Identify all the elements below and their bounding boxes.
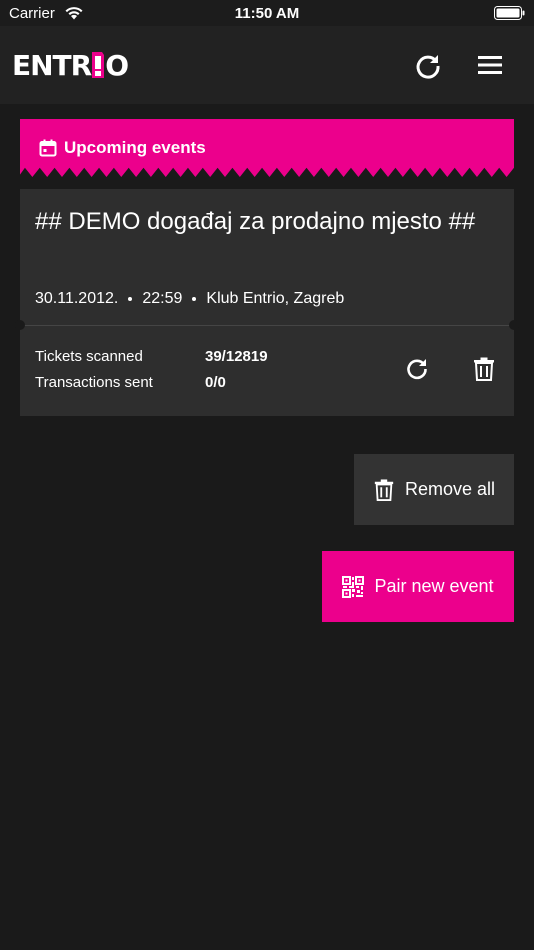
logo-text-left: ENTR [12, 48, 92, 82]
ticket-notch-right [509, 320, 519, 330]
card-divider [20, 325, 514, 326]
status-time: 11:50 AM [234, 5, 300, 22]
hamburger-menu-icon[interactable] [476, 53, 504, 77]
event-meta: 30.11.2012. 22:59 Klub Entrio, Zagreb [35, 290, 344, 308]
logo-text-right: O [105, 48, 129, 82]
event-time: 22:59 [142, 290, 183, 307]
separator-dot [192, 297, 197, 301]
transactions-sent-value: 0/0 [205, 374, 226, 391]
event-card[interactable]: ## DEMO događaj za prodajno mjesto ## 30… [15, 189, 519, 416]
event-venue: Klub Entrio, Zagreb [206, 290, 345, 307]
logo-ticket-mark-icon [92, 52, 105, 78]
entrio-logo: ENTR O [12, 48, 129, 82]
section-title: Upcoming events [64, 138, 206, 157]
ticket-notch-left [15, 320, 25, 330]
refresh-icon[interactable] [414, 52, 442, 80]
event-title: ## DEMO događaj za prodajno mjesto ## [35, 208, 476, 235]
tickets-scanned-value: 39/12819 [205, 348, 268, 365]
trash-icon[interactable] [473, 357, 495, 381]
remove-all-button[interactable]: Remove all [354, 454, 514, 525]
separator-dot [128, 297, 133, 301]
pair-new-event-button[interactable]: Pair new event [322, 551, 514, 622]
event-date: 30.11.2012. [35, 290, 119, 307]
tickets-scanned-label: Tickets scanned [35, 348, 143, 365]
qr-code-icon [342, 575, 365, 598]
remove-all-label: Remove all [404, 479, 496, 499]
transactions-sent-label: Transactions sent [35, 374, 153, 391]
calendar-icon [39, 139, 57, 157]
battery-icon [494, 6, 525, 20]
navigation-bar: ENTR O [0, 26, 534, 104]
status-bar: Carrier 11:50 AM [0, 0, 534, 26]
refresh-event-icon[interactable] [405, 357, 429, 381]
upcoming-events-header: Upcoming events [20, 119, 514, 177]
pair-new-event-label: Pair new event [374, 576, 494, 596]
trash-icon [374, 478, 394, 501]
